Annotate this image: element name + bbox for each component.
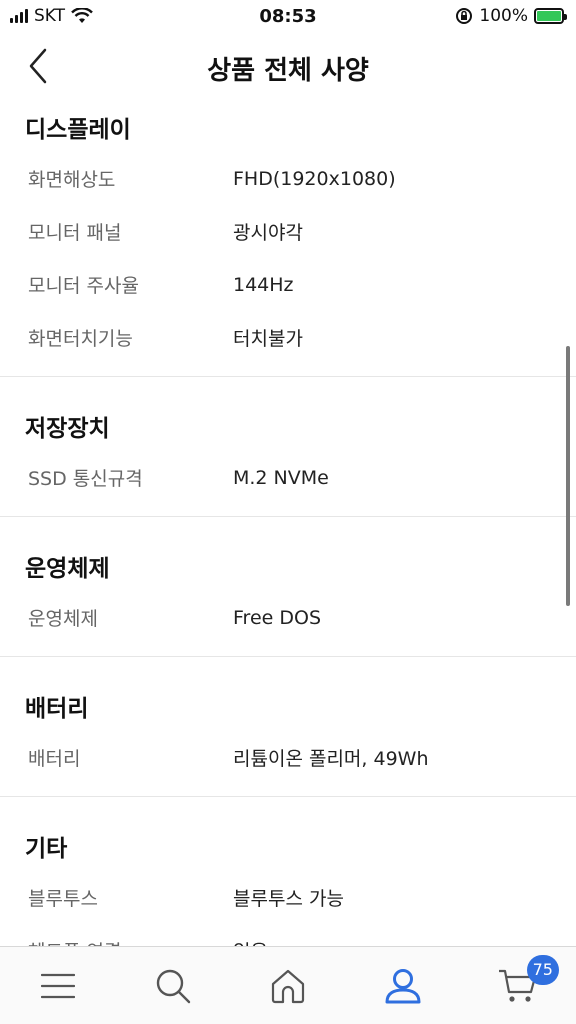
tab-cart[interactable]: 75 [461, 947, 576, 1024]
spec-label: 헤드폰 연결 [0, 937, 233, 946]
cart-count-badge: 75 [526, 955, 559, 985]
section-title: 기타 [25, 836, 68, 862]
spec-row: 헤드폰 연결있음 [0, 924, 576, 946]
page-title: 상품 전체 사양 [207, 56, 369, 86]
spec-label: 모니터 주사율 [28, 275, 139, 297]
battery-percent: 100% [479, 6, 528, 26]
search-icon [156, 969, 190, 1003]
spec-label: 블루투스 [28, 888, 98, 910]
tab-bar: 75 [0, 946, 576, 1024]
spec-row: 모니터 패널 광시야각 [0, 205, 576, 258]
spec-value: 리튬이온 폴리머, 49Wh [233, 748, 429, 770]
spec-label: 화면해상도 [28, 169, 116, 191]
spec-value: 블루투스 가능 [233, 888, 344, 910]
status-bar: SKT 08:53 100% [0, 0, 576, 32]
scrollbar[interactable] [566, 346, 570, 606]
spec-row: 모니터 주사율 144Hz [0, 258, 576, 311]
battery-icon [534, 8, 567, 24]
section-title: 운영체제 [25, 556, 110, 582]
orientation-lock-icon [456, 8, 473, 24]
spec-label: 모니터 패널 [28, 222, 122, 244]
spec-value: Free DOS [233, 606, 322, 629]
spec-row: 배터리 리튬이온 폴리머, 49Wh [0, 731, 576, 784]
section-title: 배터리 [25, 696, 89, 722]
spec-value: 터치불가 [233, 328, 303, 350]
spec-section: 저장장치 SSD 통신규격 M.2 NVMe [0, 377, 576, 517]
spec-row: 화면해상도 FHD(1920x1080) [0, 152, 576, 205]
spec-label: 화면터치기능 [28, 328, 133, 350]
status-right: 100% [455, 6, 567, 26]
home-icon [271, 969, 305, 1003]
section-title: 디스플레이 [25, 117, 131, 143]
spec-section: 디스플레이화면해상도 FHD(1920x1080) 모니터 패널 광시야각모니터 주사… [0, 100, 576, 377]
spec-label: SSD 통신규격 [28, 468, 143, 490]
spec-row: SSD 통신규격 M.2 NVMe [0, 451, 576, 504]
header: 상품 전체 사양 [0, 32, 576, 100]
spec-row: 화면터치기능 터치불가 [0, 311, 576, 364]
spec-value: 있음 [233, 937, 268, 946]
spec-section: 운영체제 운영체제 Free DOS [0, 517, 576, 657]
spec-section: 배터리 배터리 리튬이온 폴리머, 49Wh [0, 657, 576, 797]
spec-section: 기타블루투스 블루투스 가능헤드폰 연결있음 [0, 797, 576, 946]
tab-home[interactable] [230, 947, 345, 1024]
spec-row: 운영체제 Free DOS [0, 591, 576, 644]
section-title: 저장장치 [25, 416, 110, 442]
tab-my-page[interactable] [346, 947, 461, 1024]
user-icon [385, 968, 421, 1003]
spec-value: FHD(1920x1080) [233, 167, 396, 190]
spec-label: 운영체제 [28, 608, 98, 630]
spec-value: 144Hz [233, 273, 294, 296]
spec-value: M.2 NVMe [233, 466, 329, 489]
menu-icon [40, 973, 75, 998]
tab-menu[interactable] [0, 947, 115, 1024]
spec-row: 블루투스 블루투스 가능 [0, 871, 576, 924]
tab-search[interactable] [115, 947, 230, 1024]
spec-list[interactable]: 디스플레이화면해상도 FHD(1920x1080) 모니터 패널 광시야각모니터 주사… [0, 100, 576, 946]
spec-value: 광시야각 [233, 222, 303, 244]
spec-label: 배터리 [28, 748, 81, 770]
